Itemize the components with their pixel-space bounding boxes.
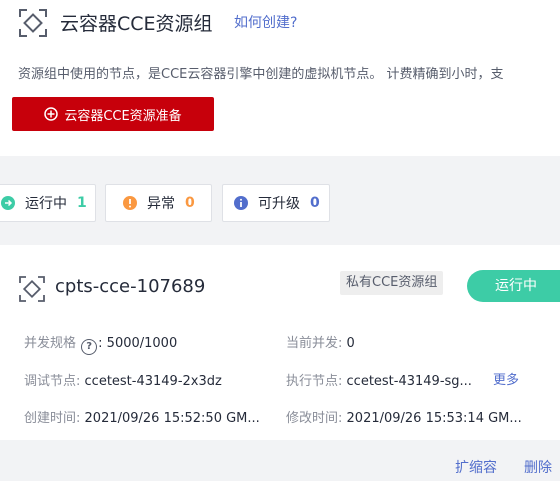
resource-group-name[interactable]: cpts-cce-107689 <box>55 276 205 297</box>
current-concurrency: 当前并发: 0 <box>286 332 355 351</box>
filter-upgradable-label: 可升级 <box>258 196 300 212</box>
warning-circle-icon <box>123 196 137 210</box>
modified-time: 修改时间: 2021/09/26 15:53:14 GM... <box>286 407 522 426</box>
modified-time-value: 2021/09/26 15:53:14 GM... <box>342 411 522 426</box>
concurrency-spec: 并发规格 ?: 5000/1000 <box>24 332 177 355</box>
filter-upgradable-count: 0 <box>310 195 320 211</box>
filter-running-label: 运行中 <box>25 196 67 212</box>
arrow-right-circle-icon <box>1 196 15 210</box>
header-panel: 云容器CCE资源组 如何创建? 资源组中使用的节点，是CCE云容器引擎中创建的虚… <box>0 0 560 156</box>
more-nodes-link[interactable]: 更多 <box>493 369 519 388</box>
filter-running[interactable]: 运行中 1 <box>0 184 96 222</box>
help-icon[interactable]: ? <box>81 339 98 355</box>
status-badge: 运行中 <box>467 270 560 302</box>
debug-node: 调试节点: ccetest-43149-2x3dz <box>24 370 222 389</box>
filter-abnormal-count: 0 <box>185 195 195 211</box>
concurrency-label: 并发规格 <box>24 336 77 351</box>
current-concurrency-label: 当前并发: <box>286 336 343 351</box>
filter-abnormal-label: 异常 <box>147 196 175 212</box>
exec-node: 执行节点: ccetest-43149-sg... <box>286 370 472 389</box>
created-time-label: 创建时间: <box>24 411 81 426</box>
page-description: 资源组中使用的节点，是CCE云容器引擎中创建的虚拟机节点。 计费精确到小时，支 <box>18 67 504 82</box>
filter-upgradable[interactable]: 可升级 0 <box>222 184 330 222</box>
cce-prepare-label: 云容器CCE资源准备 <box>64 108 182 124</box>
how-to-create-link[interactable]: 如何创建? <box>234 12 297 32</box>
exec-node-value: ccetest-43149-sg... <box>342 374 472 389</box>
scale-link[interactable]: 扩缩容 <box>455 457 497 477</box>
delete-link[interactable]: 删除 <box>524 457 552 477</box>
plus-circle-icon <box>44 107 59 121</box>
filter-abnormal[interactable]: 异常 0 <box>105 184 212 222</box>
created-time-value: 2021/09/26 15:52:50 GM... <box>80 411 260 426</box>
group-type-tag: 私有CCE资源组 <box>340 271 444 295</box>
current-concurrency-value: 0 <box>342 336 355 351</box>
resource-group-icon <box>19 276 45 302</box>
page-title: 云容器CCE资源组 <box>60 13 213 35</box>
concurrency-value: : 5000/1000 <box>98 336 178 351</box>
resource-group-icon <box>19 9 47 37</box>
debug-node-value: ccetest-43149-2x3dz <box>80 374 222 389</box>
created-time: 创建时间: 2021/09/26 15:52:50 GM... <box>24 407 260 426</box>
debug-node-label: 调试节点: <box>24 374 81 389</box>
modified-time-label: 修改时间: <box>286 411 343 426</box>
filter-running-count: 1 <box>77 195 87 211</box>
exec-node-label: 执行节点: <box>286 374 343 389</box>
cce-prepare-button[interactable]: 云容器CCE资源准备 <box>12 97 214 131</box>
info-circle-icon <box>234 196 248 210</box>
